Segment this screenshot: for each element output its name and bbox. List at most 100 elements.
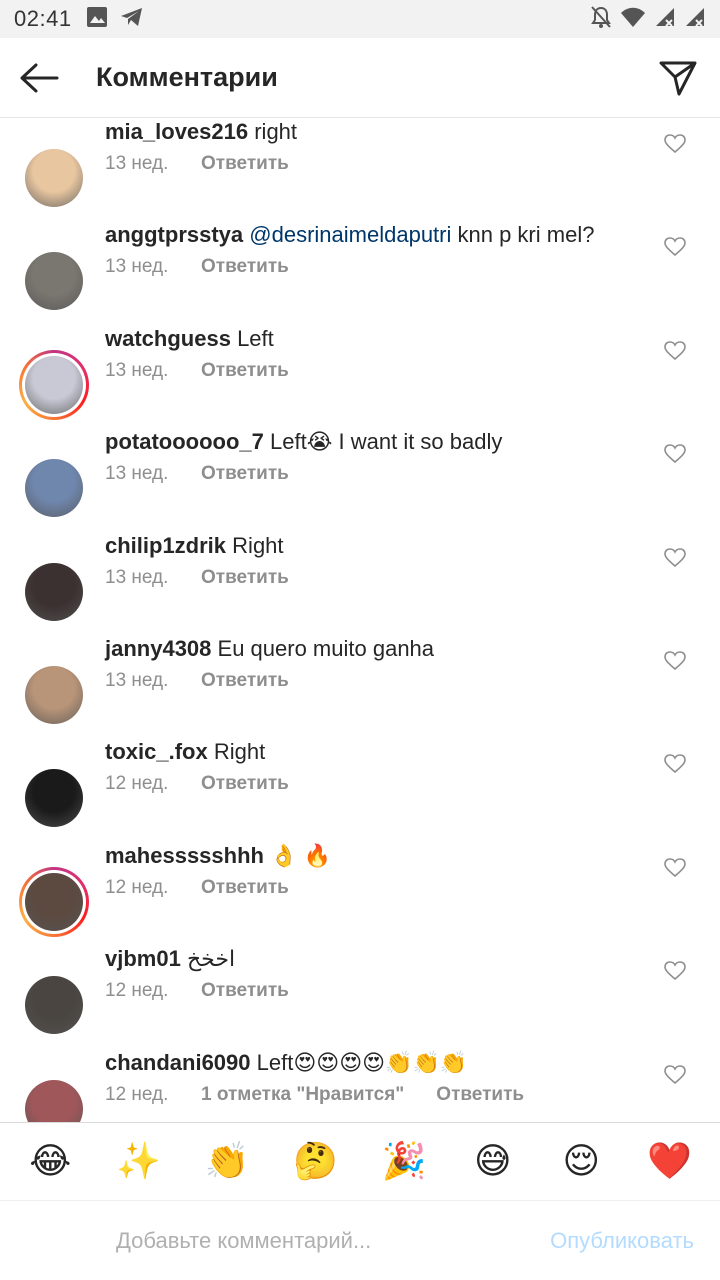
- reply-button[interactable]: Ответить: [201, 153, 289, 175]
- comment-likes[interactable]: 1 отметка "Нравится": [201, 1084, 404, 1106]
- comment-meta: 13 нед. Ответить: [105, 567, 289, 589]
- comment-row[interactable]: janny4308 Eu quero muito ganha 13 нед. Отв…: [0, 635, 720, 738]
- emoji-button[interactable]: 😅: [463, 1132, 523, 1192]
- comment-meta: 13 нед. Ответить: [105, 463, 289, 485]
- comment-time: 13 нед.: [105, 153, 169, 174]
- avatar[interactable]: [22, 249, 86, 313]
- avatar-image: [25, 563, 83, 621]
- reply-button[interactable]: Ответить: [201, 256, 289, 278]
- wifi-icon: [620, 6, 646, 33]
- avatar[interactable]: [22, 973, 86, 1037]
- comment-row[interactable]: watchguess Left 13 нед. Ответить: [0, 325, 720, 428]
- comment-text: janny4308 Eu quero muito ganha: [105, 635, 434, 663]
- heart-icon[interactable]: [664, 754, 686, 776]
- comment-username[interactable]: mia_loves216: [105, 119, 248, 144]
- comment-row[interactable]: chandani6090 Left😍😍😍😍👏👏👏 12 нед. 1 отметка…: [0, 1049, 720, 1122]
- comment-time: 13 нед.: [105, 567, 169, 588]
- comment-row[interactable]: mia_loves216 right 13 нед. Ответить: [0, 118, 720, 221]
- comment-row[interactable]: toxic_.fox Right 12 нед. Ответить: [0, 738, 720, 841]
- comment-body: Left😭 I want it so badly: [270, 429, 503, 454]
- emoji-button[interactable]: 🎉: [374, 1132, 434, 1192]
- share-button[interactable]: [636, 38, 720, 118]
- comment-meta: 12 нед. Ответить: [105, 980, 289, 1002]
- heart-icon[interactable]: [664, 651, 686, 673]
- comment-username[interactable]: watchguess: [105, 326, 231, 351]
- comment-username[interactable]: mahessssshhh: [105, 843, 264, 868]
- emoji-button[interactable]: ✨: [109, 1132, 169, 1192]
- comment-meta: 13 нед. Ответить: [105, 360, 289, 382]
- reply-button[interactable]: Ответить: [201, 877, 289, 899]
- comment-username[interactable]: toxic_.fox: [105, 739, 208, 764]
- comment-username[interactable]: vjbm01: [105, 946, 181, 971]
- comment-row[interactable]: mahessssshhh 👌 🔥 12 нед. Ответить: [0, 842, 720, 945]
- comment-username[interactable]: chandani6090: [105, 1050, 251, 1075]
- avatar[interactable]: [19, 350, 89, 420]
- emoji-button[interactable]: 😂: [20, 1132, 80, 1192]
- reply-button[interactable]: Ответить: [201, 670, 289, 692]
- avatar-image: [25, 1080, 83, 1122]
- comment-text: potatoooooo_7 Left😭 I want it so badly: [105, 428, 502, 456]
- heart-icon[interactable]: [664, 134, 686, 156]
- comment-row[interactable]: potatoooooo_7 Left😭 I want it so badly 13…: [0, 428, 720, 531]
- comment-row[interactable]: vjbm01 اخخخ 12 нед. Ответить: [0, 945, 720, 1048]
- reply-button[interactable]: Ответить: [201, 360, 289, 382]
- status-left-icons: [86, 6, 144, 33]
- emoji-button[interactable]: 👏: [197, 1132, 257, 1192]
- comment-row[interactable]: anggtprsstya @desrinaimeldaputri knn p k…: [0, 221, 720, 324]
- comment-username[interactable]: anggtprsstya: [105, 222, 243, 247]
- comment-body: Left: [237, 326, 274, 351]
- comment-input-bar: Опубликовать: [0, 1200, 720, 1280]
- comment-input[interactable]: [116, 1227, 516, 1254]
- comment-time: 12 нед.: [105, 877, 169, 898]
- comment-text: chilip1zdrik Right: [105, 532, 284, 560]
- avatar-image: [25, 976, 83, 1034]
- status-right-icons: [590, 5, 706, 34]
- heart-icon[interactable]: [664, 237, 686, 259]
- comment-time: 12 нед.: [105, 1084, 169, 1105]
- comment-row[interactable]: chilip1zdrik Right 13 нед. Ответить: [0, 532, 720, 635]
- comment-username[interactable]: janny4308: [105, 636, 211, 661]
- comment-text: chandani6090 Left😍😍😍😍👏👏👏: [105, 1049, 467, 1077]
- heart-icon[interactable]: [664, 858, 686, 880]
- reply-button[interactable]: Ответить: [201, 463, 289, 485]
- back-button[interactable]: [0, 38, 78, 118]
- avatar[interactable]: [22, 456, 86, 520]
- heart-icon[interactable]: [664, 961, 686, 983]
- status-bar: 02:41: [0, 0, 720, 38]
- comment-username[interactable]: chilip1zdrik: [105, 533, 226, 558]
- comment-time: 13 нед.: [105, 256, 169, 277]
- avatar[interactable]: [22, 1077, 86, 1122]
- avatar[interactable]: [22, 766, 86, 830]
- avatar[interactable]: [19, 867, 89, 937]
- reply-button[interactable]: Ответить: [201, 773, 289, 795]
- publish-button[interactable]: Опубликовать: [550, 1228, 694, 1254]
- avatar-image: [25, 356, 83, 414]
- reply-button[interactable]: Ответить: [201, 980, 289, 1002]
- reply-button[interactable]: Ответить: [201, 567, 289, 589]
- emoji-button[interactable]: 😌: [551, 1132, 611, 1192]
- heart-icon[interactable]: [664, 444, 686, 466]
- status-time: 02:41: [14, 6, 72, 31]
- heart-icon[interactable]: [664, 548, 686, 570]
- comment-body: 👌 🔥: [270, 843, 331, 868]
- comment-body: اخخخ: [186, 946, 236, 971]
- comment-text: anggtprsstya @desrinaimeldaputri knn p k…: [105, 221, 594, 249]
- comment-body: Eu quero muito ganha: [217, 636, 435, 661]
- comment-mention[interactable]: @desrinaimeldaputri: [249, 222, 451, 247]
- avatar[interactable]: [22, 560, 86, 624]
- comment-text: mahessssshhh 👌 🔥: [105, 842, 331, 870]
- reply-button[interactable]: Ответить: [436, 1084, 524, 1106]
- comment-time: 13 нед.: [105, 670, 169, 691]
- comment-meta: 12 нед. Ответить: [105, 773, 289, 795]
- avatar[interactable]: [22, 663, 86, 727]
- comment-meta: 13 нед. Ответить: [105, 153, 289, 175]
- comment-text: toxic_.fox Right: [105, 738, 265, 766]
- avatar[interactable]: [22, 146, 86, 210]
- avatar-image: [25, 149, 83, 207]
- heart-icon[interactable]: [664, 1065, 686, 1087]
- emoji-button[interactable]: 🤔: [286, 1132, 346, 1192]
- emoji-button[interactable]: ❤️: [640, 1132, 700, 1192]
- heart-icon[interactable]: [664, 341, 686, 363]
- comment-username[interactable]: potatoooooo_7: [105, 429, 264, 454]
- comment-meta: 12 нед. 1 отметка "Нравится" Ответить: [105, 1084, 524, 1106]
